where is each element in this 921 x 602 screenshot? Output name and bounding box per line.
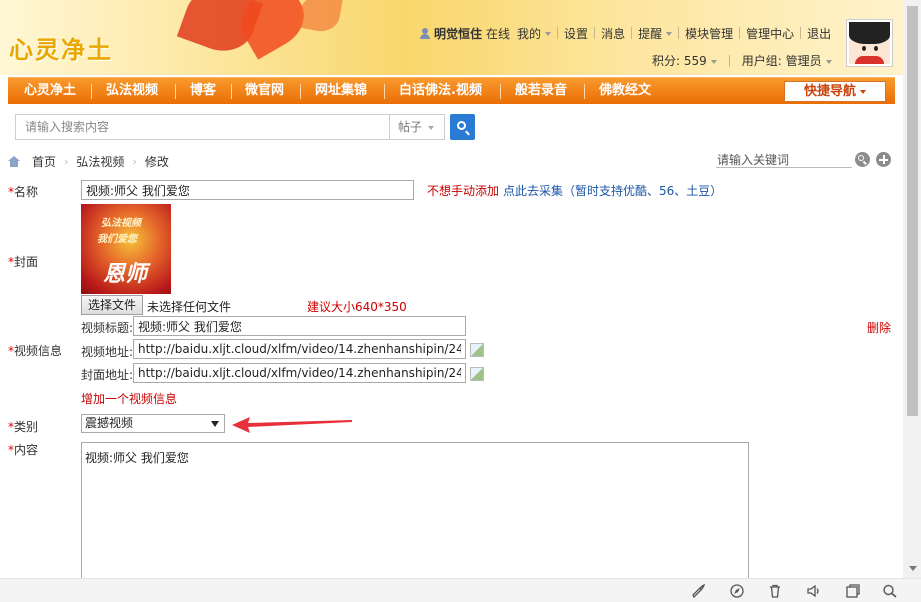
chevron-down-icon [211, 421, 219, 427]
search-box: 帖子 [15, 114, 445, 140]
annotation-arrow [232, 417, 352, 433]
search-icon [858, 155, 864, 161]
chevron-down-icon [825, 59, 832, 64]
chevron-down-icon [545, 32, 552, 36]
search-icon [457, 121, 466, 130]
add-button[interactable] [876, 152, 891, 167]
module-manage-link[interactable]: 模块管理 [685, 25, 733, 42]
keyword-input[interactable] [716, 152, 852, 168]
search-icon[interactable] [882, 584, 898, 598]
settings-link[interactable]: 设置 [564, 25, 588, 42]
video-url-input[interactable] [133, 339, 466, 359]
my-link[interactable]: 我的 [517, 25, 552, 42]
breadcrumb-video[interactable]: 弘法视频 [76, 153, 124, 170]
messages-link[interactable]: 消息 [601, 25, 625, 42]
rocket-icon[interactable] [690, 584, 706, 598]
chevron-right-icon: › [132, 155, 137, 168]
site-logo[interactable]: 心灵净土 [9, 30, 113, 65]
nav-item-buddhism-video[interactable]: 白话佛法.视频 [399, 78, 482, 104]
maple-leaf-decoration [297, 0, 343, 35]
name-input[interactable] [81, 180, 414, 200]
chevron-down-icon [428, 125, 435, 130]
category-label: *类别 [8, 420, 39, 434]
username[interactable]: 明觉恒住 [434, 25, 482, 42]
video-title-input[interactable] [133, 316, 466, 336]
cover-image: 弘法视频 我们爱您 恩师 [81, 204, 171, 294]
video-title-label: 视频标题: [81, 321, 134, 335]
main-nav: 心灵净土 弘法视频 博客 微官网 网址集锦 白话佛法.视频 般若录音 佛教经文 … [8, 77, 895, 104]
compass-icon[interactable] [729, 584, 745, 598]
collect-link[interactable]: 点此去采集（暂时支持优酷、56、土豆） [503, 182, 722, 199]
page-scrollbar[interactable] [903, 0, 921, 578]
breadcrumb-home[interactable]: 首页 [32, 153, 56, 170]
choose-file-button[interactable]: 选择文件 [81, 295, 143, 315]
size-tip: 建议大小640*350 [307, 300, 407, 314]
collect-tip: 不想手动添加 [427, 184, 500, 198]
points-link[interactable]: 积分: 559 [652, 52, 717, 69]
online-status: 在线 [486, 26, 511, 41]
breadcrumb-edit: 修改 [144, 155, 169, 169]
bottom-toolbar [0, 578, 921, 602]
cover-url-input[interactable] [133, 363, 466, 383]
avatar[interactable] [846, 19, 893, 67]
chevron-right-icon: › [64, 155, 69, 168]
quick-nav-button[interactable]: 快捷导航 [784, 81, 886, 102]
search-input[interactable] [16, 115, 388, 139]
window-icon[interactable] [845, 584, 861, 598]
search-type-select[interactable]: 帖子 [389, 115, 445, 139]
cover-label: *封面 [8, 255, 39, 269]
broken-image-icon [470, 343, 484, 357]
nav-item-video[interactable]: 弘法视频 [106, 78, 158, 104]
nav-item-blog[interactable]: 博客 [190, 78, 216, 104]
search-button[interactable] [450, 114, 475, 140]
scroll-down-icon[interactable] [909, 566, 917, 571]
reminders-link[interactable]: 提醒 [638, 25, 673, 42]
cover-url-label: 封面地址: [81, 368, 134, 382]
speaker-icon[interactable] [806, 584, 822, 598]
breadcrumb: 首页 › 弘法视频 › 修改 [8, 153, 169, 170]
nav-item-microsite[interactable]: 微官网 [245, 78, 284, 104]
video-info-label: *视频信息 [8, 344, 63, 358]
home-icon[interactable] [8, 156, 20, 167]
scrollbar-thumb[interactable] [907, 6, 918, 416]
content-editor[interactable]: 视频:师父 我们爱您 [81, 442, 749, 582]
nav-item-home[interactable]: 心灵净土 [24, 78, 76, 104]
user-stats: 积分: 559 用户组: 管理员 [652, 52, 832, 69]
content-label: *内容 [8, 443, 39, 457]
user-icon [420, 27, 430, 39]
trash-icon[interactable] [767, 584, 783, 598]
file-status: 未选择任何文件 [147, 300, 232, 314]
chevron-down-icon [860, 89, 866, 94]
nav-item-audio[interactable]: 般若录音 [515, 78, 567, 104]
chevron-down-icon [666, 32, 673, 36]
nav-item-scripture[interactable]: 佛教经文 [599, 78, 651, 104]
name-label: *名称 [8, 185, 39, 199]
user-bar: 明觉恒住 在线 我的 设置 消息 提醒 模块管理 管理中心 退出 [420, 25, 831, 41]
site-header: 心灵净土 明觉恒住 在线 我的 设置 消息 提醒 模块管理 管理中心 退出 积分… [0, 0, 903, 75]
broken-image-icon [470, 367, 484, 381]
category-select[interactable]: 震撼视频 [81, 414, 225, 433]
delete-link[interactable]: 删除 [867, 319, 891, 336]
nav-item-links[interactable]: 网址集锦 [315, 78, 367, 104]
keyword-search-button[interactable] [855, 152, 870, 167]
admin-center-link[interactable]: 管理中心 [746, 25, 794, 42]
logout-link[interactable]: 退出 [807, 25, 831, 42]
video-url-label: 视频地址: [81, 345, 134, 359]
chevron-down-icon [710, 59, 717, 64]
add-video-info-link[interactable]: 增加一个视频信息 [81, 390, 177, 407]
user-group-link[interactable]: 用户组: 管理员 [742, 52, 832, 69]
